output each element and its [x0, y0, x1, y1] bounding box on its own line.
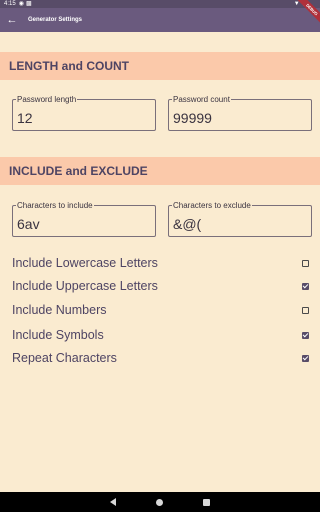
sim-icon: ▩	[25, 1, 32, 7]
option-numbers[interactable]: Include Numbers	[12, 300, 312, 320]
password-count-field[interactable]: Password count 99999	[168, 95, 312, 131]
option-repeat[interactable]: Repeat Characters	[12, 348, 312, 368]
section-header-length-count: LENGTH and COUNT	[0, 52, 320, 80]
section-title: LENGTH and COUNT	[9, 59, 129, 73]
option-lowercase[interactable]: Include Lowercase Letters	[12, 253, 312, 273]
repeat-checkbox[interactable]	[302, 354, 309, 362]
page-title: Generator Settings	[28, 17, 83, 23]
status-time: 4:15	[4, 1, 16, 7]
chars-include-input[interactable]: 6av	[17, 216, 147, 232]
numbers-checkbox[interactable]	[302, 306, 309, 314]
chars-include-field[interactable]: Characters to include 6av	[12, 201, 156, 237]
password-length-field[interactable]: Password length 12	[12, 95, 156, 131]
status-bar: 4:15 ◉ ▩ ▼ ▮	[0, 0, 320, 8]
system-nav-bar	[0, 492, 320, 512]
option-uppercase[interactable]: Include Uppercase Letters	[12, 276, 312, 296]
back-button[interactable]: ←	[0, 8, 24, 32]
option-label: Repeat Characters	[12, 351, 117, 365]
nav-recents-icon[interactable]	[203, 498, 210, 506]
field-label: Characters to include	[16, 201, 94, 210]
nav-back-icon[interactable]	[110, 498, 116, 506]
password-length-input[interactable]: 12	[17, 110, 147, 126]
option-label: Include Symbols	[12, 328, 104, 342]
section-header-include-exclude: INCLUDE and EXCLUDE	[0, 157, 320, 185]
uppercase-checkbox[interactable]	[302, 282, 309, 290]
field-label: Characters to exclude	[172, 201, 252, 210]
nav-home-icon[interactable]	[156, 498, 163, 506]
notification-icon: ◉	[18, 1, 24, 7]
option-symbols[interactable]: Include Symbols	[12, 325, 312, 345]
chars-exclude-field[interactable]: Characters to exclude &@(	[168, 201, 312, 237]
option-label: Include Lowercase Letters	[12, 256, 158, 270]
chars-exclude-input[interactable]: &@(	[173, 216, 303, 232]
option-label: Include Numbers	[12, 303, 107, 317]
field-label: Password count	[172, 95, 231, 104]
option-label: Include Uppercase Letters	[12, 279, 158, 293]
lowercase-checkbox[interactable]	[302, 259, 309, 267]
field-label: Password length	[16, 95, 78, 104]
password-count-input[interactable]: 99999	[173, 110, 303, 126]
arrow-back-icon: ←	[6, 14, 18, 26]
section-title: INCLUDE and EXCLUDE	[9, 164, 148, 178]
symbols-checkbox[interactable]	[302, 331, 309, 339]
app-bar: ← Generator Settings	[0, 8, 320, 32]
